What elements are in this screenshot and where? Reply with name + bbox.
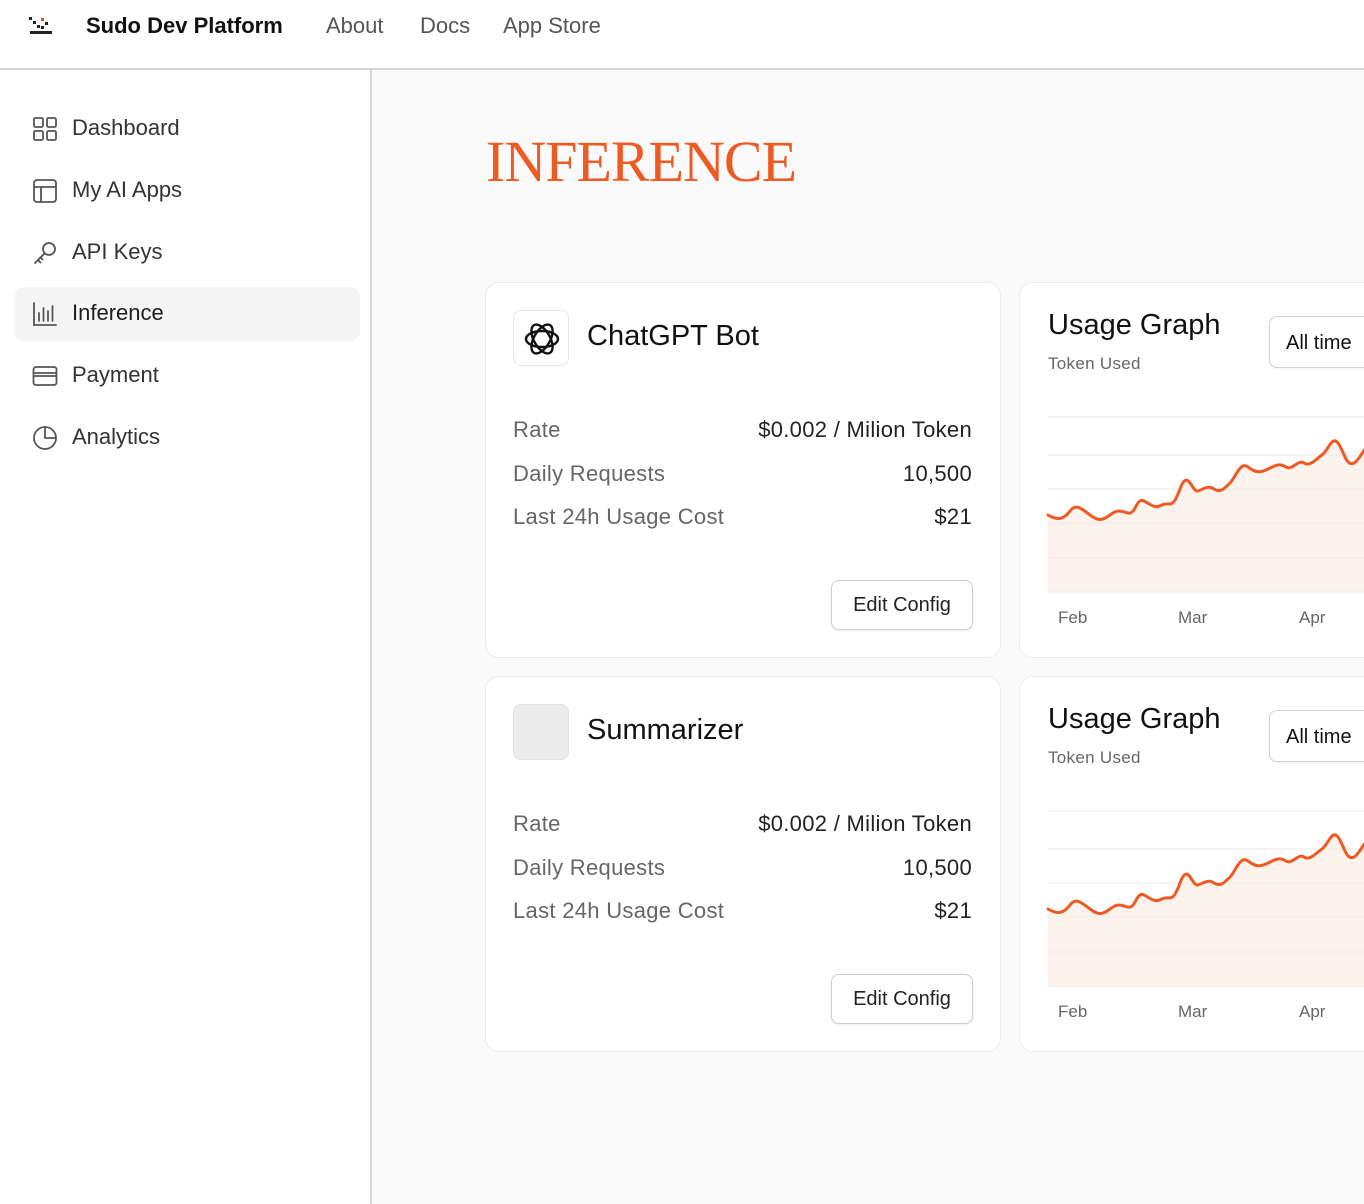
daily-requests-value: 10,500 — [902, 855, 972, 880]
rate-value: $0.002 / Milion Token — [758, 417, 972, 442]
time-range-select[interactable]: All time — [1269, 316, 1364, 368]
time-range-select[interactable]: All time — [1269, 710, 1364, 762]
graph-title: Usage Graph — [1048, 309, 1221, 341]
sidebar-item-dashboard[interactable]: Dashboard — [14, 102, 360, 156]
sidebar-item-label: Dashboard — [72, 115, 180, 140]
usage-area — [1048, 440, 1364, 592]
x-tick-label: Mar — [1178, 608, 1208, 627]
logo-icon[interactable] — [28, 14, 54, 38]
daily-requests-label: Daily Requests — [513, 855, 666, 880]
usage-cost-label: Last 24h Usage Cost — [513, 898, 725, 923]
rate-value: $0.002 / Milion Token — [758, 811, 972, 836]
x-tick-label: Apr — [1299, 608, 1326, 627]
app-card: Summarizer Rate $0.002 / Milion Token Da… — [485, 676, 1001, 1052]
sidebar-item-payment[interactable]: Payment — [14, 349, 360, 403]
x-tick-label: Feb — [1058, 1002, 1088, 1021]
nav-app-store-link[interactable]: App Store — [503, 13, 601, 39]
daily-requests-value: 10,500 — [902, 461, 972, 486]
daily-requests-label: Daily Requests — [513, 461, 666, 486]
graph-subtitle: Token Used — [1048, 748, 1141, 767]
nav-about-link[interactable]: About — [326, 13, 384, 39]
sidebar-item-label: Inference — [72, 300, 164, 325]
sidebar-item-label: My AI Apps — [72, 177, 183, 202]
x-tick-label: Apr — [1299, 1002, 1326, 1021]
edit-config-button[interactable]: Edit Config — [831, 580, 973, 630]
usage-cost-label: Last 24h Usage Cost — [513, 504, 725, 529]
sidebar-item-inference[interactable]: Inference — [14, 287, 360, 341]
app-card: ChatGPT Bot Rate $0.002 / Milion Token D… — [485, 282, 1001, 658]
usage-area — [1048, 834, 1364, 986]
blank-icon — [513, 704, 569, 760]
layout-icon — [33, 179, 57, 203]
usage-graph-card: Usage Graph Token Used All time Feb Mar … — [1019, 282, 1364, 658]
edit-config-button[interactable]: Edit Config — [831, 974, 973, 1024]
rate-label: Rate — [513, 811, 561, 836]
credit-card-icon — [32, 366, 58, 386]
usage-cost-value: $21 — [934, 504, 972, 529]
sidebar-item-my-ai-apps[interactable]: My AI Apps — [14, 164, 360, 218]
app-name: ChatGPT Bot — [587, 320, 759, 352]
sidebar-item-label: Analytics — [72, 424, 161, 449]
sidebar-item-analytics[interactable]: Analytics — [14, 411, 360, 465]
sidebar-item-label: API Keys — [72, 239, 163, 264]
graph-subtitle: Token Used — [1048, 354, 1141, 373]
nav-docs-link[interactable]: Docs — [420, 13, 470, 39]
x-tick-label: Feb — [1058, 608, 1088, 627]
key-icon — [34, 242, 56, 264]
openai-icon — [524, 323, 560, 355]
pie-chart-icon — [33, 426, 57, 450]
x-tick-label: Mar — [1178, 1002, 1208, 1021]
sidebar-item-label: Payment — [72, 362, 159, 387]
sidebar: Dashboard My AI Apps API Keys Inference … — [0, 70, 372, 1204]
rate-label: Rate — [513, 417, 561, 442]
app-name: Summarizer — [587, 714, 744, 746]
main-content: INFERENCE ChatGPT Bot Rate $0.002 / Mili… — [372, 70, 1364, 1204]
usage-cost-value: $21 — [934, 898, 972, 923]
graph-title: Usage Graph — [1048, 703, 1221, 735]
bar-chart-icon — [33, 302, 57, 326]
top-navigation-bar: Sudo Dev Platform About Docs App Store — [0, 0, 1364, 70]
page-title: INFERENCE — [486, 129, 797, 194]
sidebar-item-api-keys[interactable]: API Keys — [14, 226, 360, 280]
brand-name[interactable]: Sudo Dev Platform — [86, 13, 283, 39]
usage-graph-card: Usage Graph Token Used All time Feb Mar … — [1019, 676, 1364, 1052]
app-icon — [513, 310, 569, 366]
grid-icon — [33, 117, 57, 141]
